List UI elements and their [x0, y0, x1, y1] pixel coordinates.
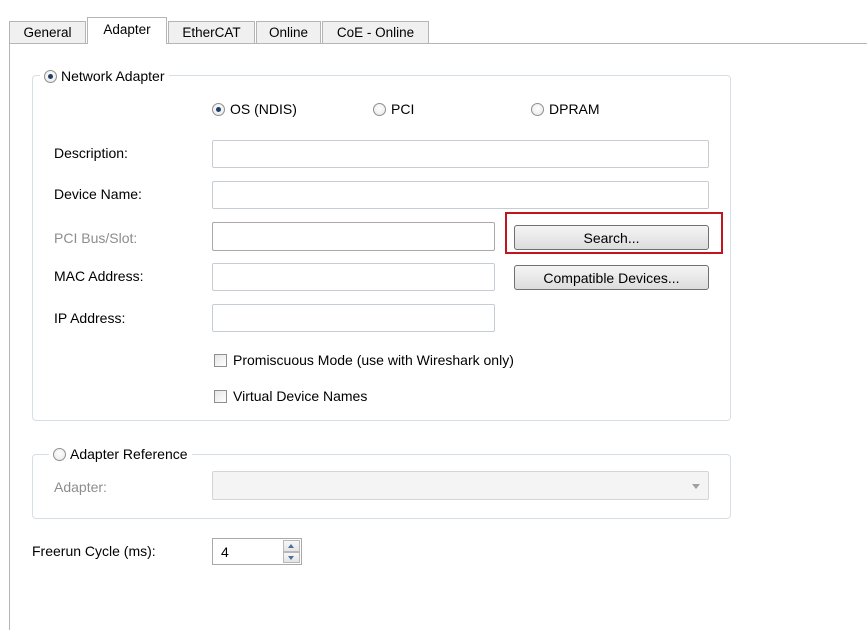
- adapter-label: Adapter:: [54, 479, 107, 495]
- search-button[interactable]: Search...: [514, 225, 709, 250]
- pci-radio[interactable]: [373, 102, 386, 116]
- dpram-radio[interactable]: [531, 102, 544, 116]
- freerun-cycle-stepper[interactable]: 4: [212, 538, 302, 565]
- tab-label: Online: [268, 25, 309, 40]
- virtual-device-names-option[interactable]: Virtual Device Names: [214, 388, 367, 404]
- mac-address-label: MAC Address:: [54, 268, 144, 284]
- chevron-down-icon: [692, 484, 700, 489]
- arrow-down-icon: [288, 555, 294, 560]
- adapter-dropdown[interactable]: [212, 471, 709, 500]
- tab-adapter[interactable]: Adapter: [87, 17, 167, 44]
- compatible-devices-button[interactable]: Compatible Devices...: [514, 265, 709, 290]
- freerun-cycle-value[interactable]: 4: [221, 544, 229, 560]
- ip-address-field[interactable]: [212, 304, 495, 332]
- tab-label: General: [23, 25, 72, 40]
- pci-label: PCI: [391, 101, 415, 117]
- page-border: [9, 43, 10, 630]
- arrow-up-icon: [288, 544, 294, 548]
- tab-coe-online[interactable]: CoE - Online: [322, 21, 429, 43]
- tab-online[interactable]: Online: [256, 21, 321, 43]
- promiscuous-mode-checkbox[interactable]: [214, 353, 227, 367]
- pci-bus-slot-field[interactable]: [212, 222, 495, 251]
- description-label: Description:: [54, 145, 128, 161]
- network-adapter-label: Network Adapter: [61, 68, 165, 84]
- tab-label: Adapter: [103, 22, 151, 37]
- adapter-reference-radio[interactable]: [53, 447, 66, 461]
- virtual-device-names-label: Virtual Device Names: [233, 388, 368, 404]
- tab-label: CoE - Online: [336, 25, 415, 40]
- mode-option-os-ndis[interactable]: OS (NDIS): [212, 101, 297, 117]
- spin-down-button[interactable]: [283, 551, 300, 563]
- adapter-reference-legend[interactable]: Adapter Reference: [49, 444, 192, 464]
- mode-option-dpram[interactable]: DPRAM: [531, 101, 600, 117]
- mode-option-pci[interactable]: PCI: [373, 101, 414, 117]
- tab-label: EtherCAT: [182, 25, 241, 40]
- os-ndis-label: OS (NDIS): [230, 101, 297, 117]
- virtual-device-names-checkbox[interactable]: [214, 389, 227, 403]
- tab-ethercat[interactable]: EtherCAT: [168, 21, 255, 43]
- device-name-label: Device Name:: [54, 186, 142, 202]
- promiscuous-mode-label: Promiscuous Mode (use with Wireshark onl…: [233, 352, 514, 368]
- spin-buttons: [283, 540, 300, 563]
- freerun-cycle-label: Freerun Cycle (ms):: [32, 543, 156, 559]
- device-name-field[interactable]: [212, 181, 709, 209]
- mac-address-field[interactable]: [212, 263, 495, 291]
- adapter-reference-label: Adapter Reference: [70, 446, 188, 462]
- network-adapter-radio[interactable]: [44, 69, 57, 83]
- ip-address-label: IP Address:: [54, 310, 126, 326]
- os-ndis-radio[interactable]: [212, 102, 225, 116]
- network-adapter-legend[interactable]: Network Adapter: [40, 66, 169, 86]
- pci-bus-slot-label: PCI Bus/Slot:: [54, 230, 138, 246]
- promiscuous-mode-option[interactable]: Promiscuous Mode (use with Wireshark onl…: [214, 352, 514, 368]
- dpram-label: DPRAM: [549, 101, 600, 117]
- tab-general[interactable]: General: [9, 21, 86, 43]
- spin-up-button[interactable]: [283, 540, 300, 552]
- description-field[interactable]: [212, 140, 709, 168]
